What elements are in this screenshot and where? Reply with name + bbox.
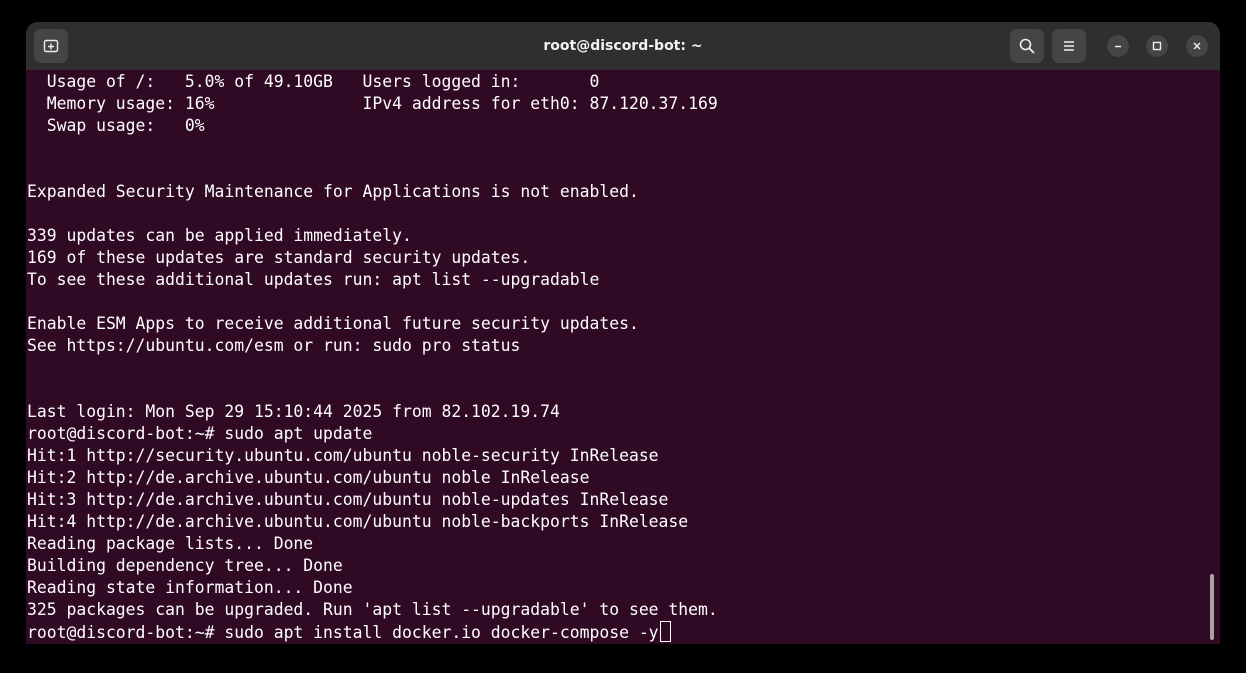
terminal-line: root@discord-bot:~# sudo apt update (27, 424, 373, 443)
terminal-window: root@discord-bot: ~ Usage of /: 5.0% of … (26, 22, 1220, 644)
terminal-prompt-line[interactable]: root@discord-bot:~# sudo apt install doc… (27, 621, 671, 643)
text-cursor (659, 621, 671, 642)
title-bar[interactable]: root@discord-bot: ~ (26, 22, 1220, 70)
menu-button[interactable] (1052, 29, 1086, 63)
maximize-icon (1152, 41, 1162, 51)
terminal-line: Hit:2 http://de.archive.ubuntu.com/ubunt… (27, 468, 590, 487)
terminal-line: Hit:1 http://security.ubuntu.com/ubuntu … (27, 446, 659, 465)
terminal-line: 169 of these updates are standard securi… (27, 248, 531, 267)
terminal-line: 339 updates can be applied immediately. (27, 226, 412, 245)
terminal-line: Usage of /: 5.0% of 49.10GB Users logged… (27, 72, 600, 91)
search-button[interactable] (1010, 29, 1044, 63)
maximize-button[interactable] (1146, 35, 1168, 57)
minimize-icon (1115, 45, 1121, 48)
terminal-line: See https://ubuntu.com/esm or run: sudo … (27, 336, 521, 355)
terminal-line: Reading state information... Done (27, 578, 353, 597)
terminal-line: 325 packages can be upgraded. Run 'apt l… (27, 600, 718, 619)
minimize-button[interactable] (1107, 35, 1129, 57)
terminal-line: Hit:4 http://de.archive.ubuntu.com/ubunt… (27, 512, 689, 531)
terminal-line: Memory usage: 16% IPv4 address for eth0:… (27, 94, 718, 113)
terminal-line: Swap usage: 0% (27, 116, 205, 135)
terminal-output[interactable]: Usage of /: 5.0% of 49.10GB Users logged… (26, 70, 1220, 644)
terminal-line: Building dependency tree... Done (27, 556, 343, 575)
hamburger-menu-icon (1064, 41, 1074, 51)
terminal-line: Expanded Security Maintenance for Applic… (27, 182, 639, 201)
prompt-command-text: root@discord-bot:~# sudo apt install doc… (27, 623, 659, 642)
terminal-line: Reading package lists... Done (27, 534, 314, 553)
terminal-line: To see these additional updates run: apt… (27, 270, 600, 289)
terminal-line: Last login: Mon Sep 29 15:10:44 2025 fro… (27, 402, 560, 421)
close-button[interactable] (1186, 35, 1208, 57)
terminal-line: Hit:3 http://de.archive.ubuntu.com/ubunt… (27, 490, 669, 509)
scrollbar-thumb[interactable] (1210, 574, 1214, 640)
terminal-line: Enable ESM Apps to receive additional fu… (27, 314, 639, 333)
close-icon (1193, 42, 1201, 50)
search-icon (1019, 38, 1035, 54)
